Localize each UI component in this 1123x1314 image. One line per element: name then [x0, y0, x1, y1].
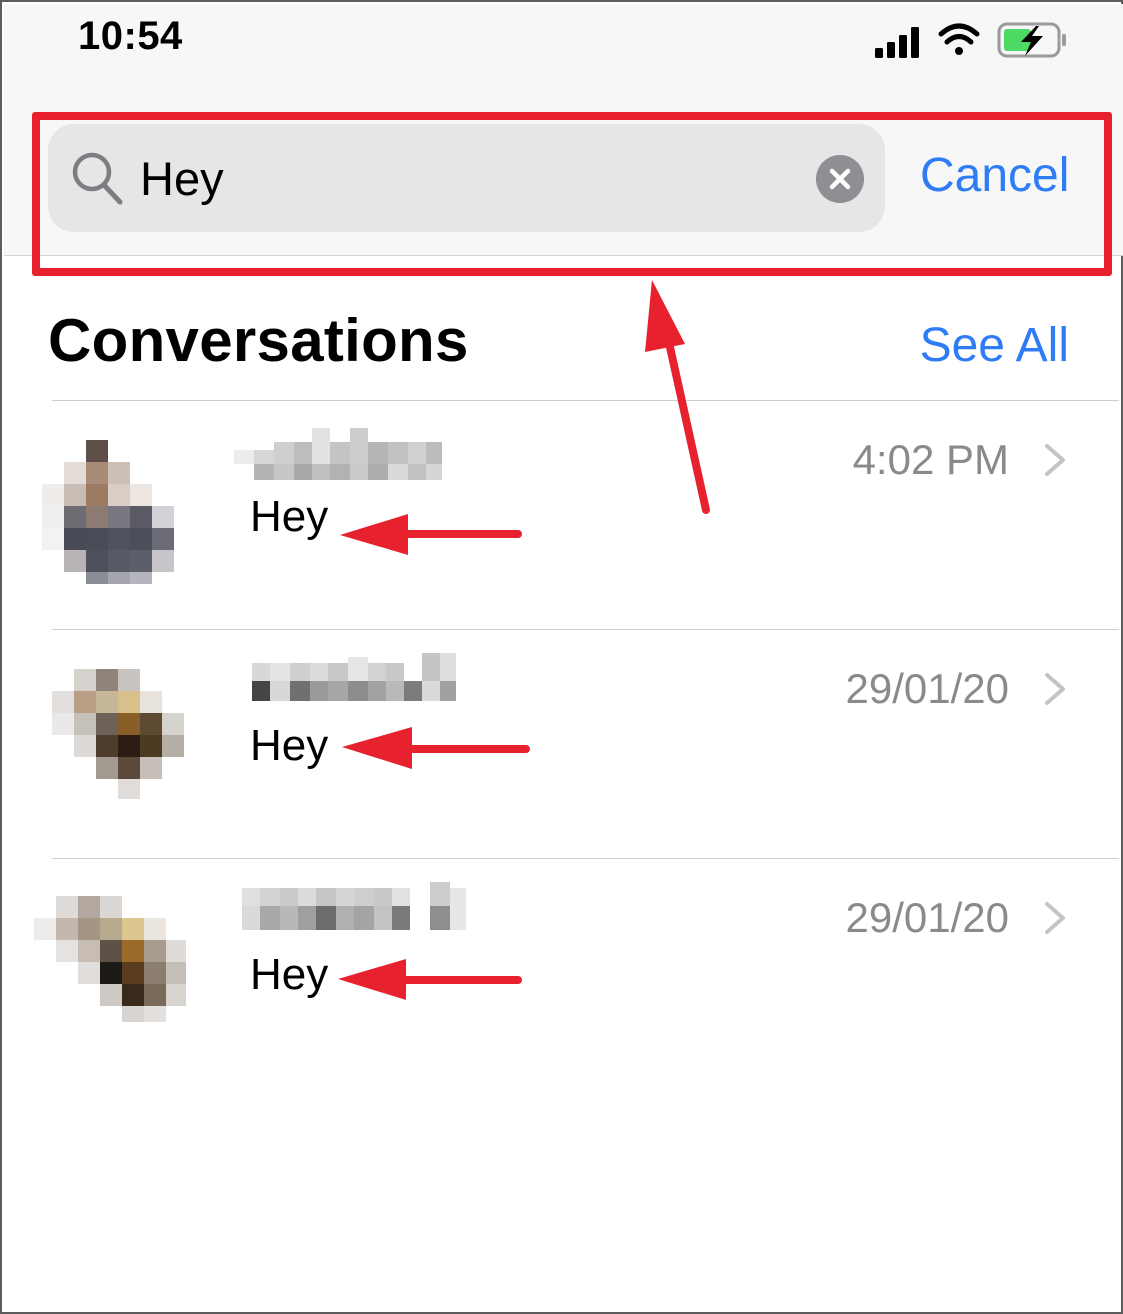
status-icons — [875, 22, 1066, 58]
conversations-header: Conversations See All — [2, 302, 1121, 382]
avatar — [52, 669, 184, 799]
row-divider — [52, 858, 1119, 859]
chevron-right-icon — [1045, 444, 1065, 476]
conversation-row[interactable]: Hey 29/01/20 — [2, 629, 1121, 858]
avatar — [42, 440, 174, 584]
status-time: 10:54 — [78, 14, 183, 58]
contact-name-redacted — [242, 882, 466, 930]
timestamp: 29/01/20 — [845, 894, 1010, 941]
contact-name-redacted — [252, 653, 456, 701]
message-preview: Hey — [250, 721, 329, 770]
avatar — [34, 896, 186, 1022]
section-title: Conversations — [48, 307, 469, 374]
wifi-icon — [938, 23, 980, 55]
conversation-row[interactable]: Hey 4:02 PM — [2, 400, 1121, 629]
chevron-right-icon — [1045, 673, 1065, 705]
row-divider — [52, 629, 1119, 630]
chevron-right-icon — [1045, 902, 1065, 934]
phone-screen: 10:54 Hey Cancel Conversations See All H… — [0, 0, 1123, 1314]
timestamp: 29/01/20 — [845, 665, 1010, 712]
message-preview: Hey — [250, 950, 329, 999]
row-divider — [52, 400, 1119, 401]
cellular-signal-icon — [875, 27, 919, 58]
conversation-row[interactable]: Hey 29/01/20 — [2, 858, 1121, 1087]
timestamp: 4:02 PM — [852, 436, 1009, 483]
search-highlight-annotation — [32, 112, 1112, 276]
see-all-link[interactable]: See All — [920, 318, 1069, 373]
contact-name-redacted — [234, 428, 442, 480]
message-preview: Hey — [250, 492, 329, 541]
status-bar: 10:54 — [4, 4, 1123, 74]
battery-charging-icon — [997, 22, 1066, 58]
